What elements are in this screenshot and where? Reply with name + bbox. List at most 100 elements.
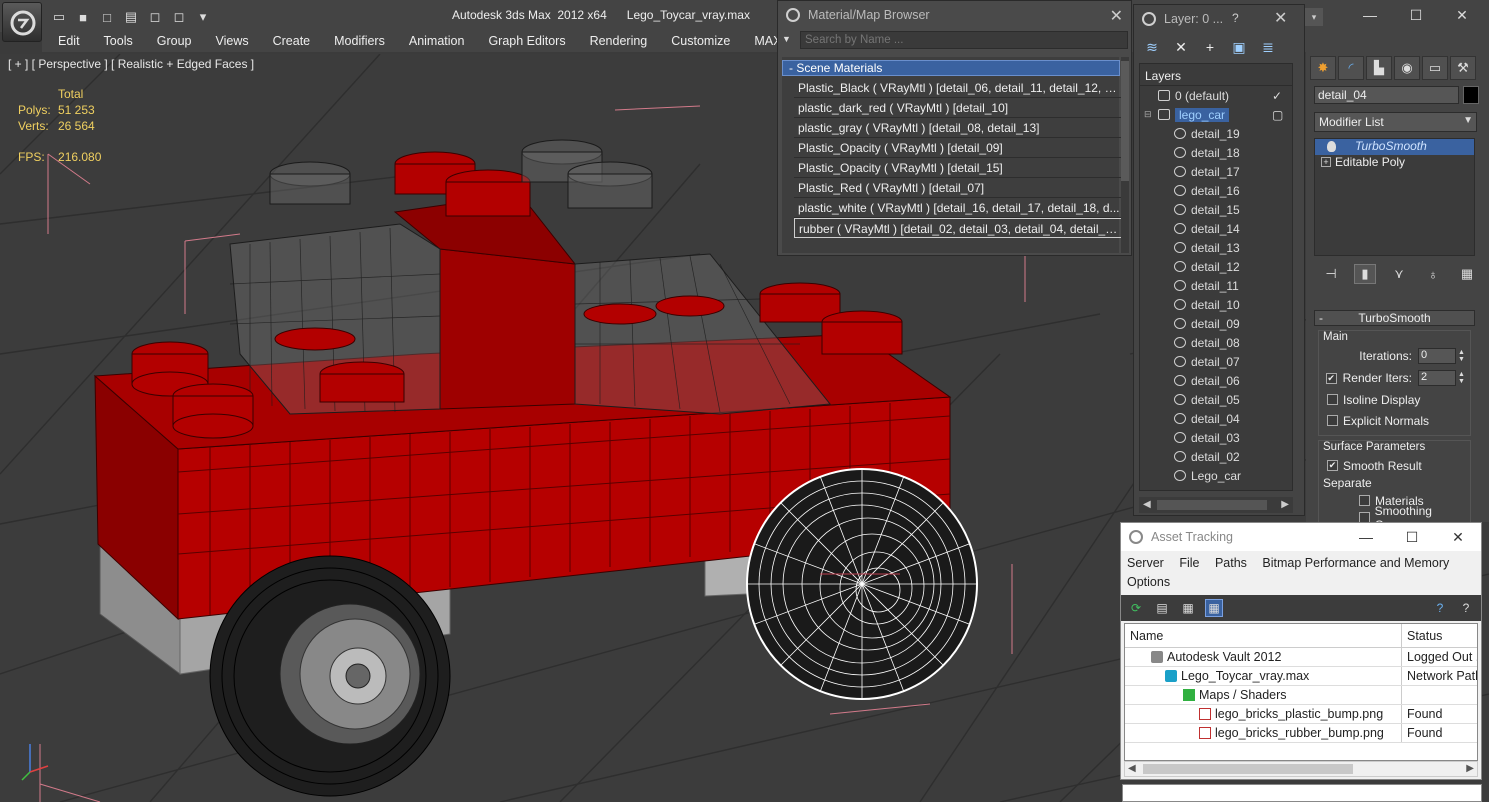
asset-menu-options[interactable]: Options [1127, 575, 1170, 589]
scene-materials-group[interactable]: - Scene Materials [782, 60, 1120, 76]
render-iters-spinner[interactable]: 2 [1418, 370, 1456, 386]
layer-object-item[interactable]: Lego_car [1140, 466, 1292, 485]
project-folder-icon[interactable]: ▤ [120, 8, 142, 26]
layer-object-item[interactable]: detail_16 [1140, 181, 1292, 200]
menu-views[interactable]: Views [199, 32, 256, 52]
show-end-result-icon[interactable]: ▮ [1354, 264, 1376, 284]
table-row[interactable]: Autodesk Vault 2012 Logged Out ... [1125, 648, 1477, 667]
table-row[interactable]: lego_bricks_plastic_bump.png Found [1125, 705, 1477, 724]
material-item[interactable]: Plastic_Black ( VRayMtl ) [detail_06, de… [794, 78, 1124, 98]
qa-dropdown-icon[interactable]: ▾ [192, 8, 214, 26]
layer-scrollbar[interactable]: ◀ ▶ [1139, 497, 1293, 513]
layer-object-item[interactable]: detail_19 [1140, 124, 1292, 143]
menu-rendering[interactable]: Rendering [574, 32, 656, 52]
pin-stack-icon[interactable]: ⊣ [1320, 264, 1342, 284]
layer-object-item[interactable]: detail_06 [1140, 371, 1292, 390]
utilities-tab-icon[interactable]: ⚒ [1450, 56, 1476, 80]
scroll-right-icon[interactable]: ▶ [1281, 499, 1289, 511]
motion-tab-icon[interactable]: ◉ [1394, 56, 1420, 80]
close-icon[interactable]: ✕ [1110, 6, 1123, 26]
hierarchy-tab-icon[interactable]: ▙ [1366, 56, 1392, 80]
add-layer-icon[interactable]: + [1200, 37, 1220, 57]
layer-lego-car[interactable]: ⊟ lego_car ▢ [1140, 105, 1292, 124]
smooth-result-checkbox[interactable]: ✔ [1327, 460, 1338, 471]
make-unique-icon[interactable]: ⋎ [1388, 264, 1410, 284]
help-icon[interactable]: ? [1431, 599, 1449, 617]
layers-stack-icon[interactable]: ≋ [1142, 37, 1162, 57]
app-menu-button[interactable] [2, 2, 42, 42]
explicit-normals-checkbox[interactable] [1327, 415, 1338, 426]
column-status[interactable]: Status [1402, 624, 1477, 647]
asset-menu-paths[interactable]: Paths [1215, 556, 1247, 570]
material-item[interactable]: Plastic_Red ( VRayMtl ) [detail_07] [794, 178, 1124, 198]
spinner-arrows-icon[interactable]: ▲ ▼ [1458, 371, 1466, 385]
layer-object-item[interactable]: detail_03 [1140, 428, 1292, 447]
layer-object-item[interactable]: detail_10 [1140, 295, 1292, 314]
isoline-checkbox[interactable] [1327, 394, 1338, 405]
menu-modifiers[interactable]: Modifiers [318, 32, 393, 52]
menu-group[interactable]: Group [141, 32, 200, 52]
list-view-icon[interactable]: ▤ [1153, 599, 1171, 617]
redo-icon[interactable]: ◻ [168, 8, 190, 26]
menu-customize[interactable]: Customize [655, 32, 738, 52]
save-file-icon[interactable]: ■ [72, 8, 94, 26]
menu-create[interactable]: Create [257, 32, 319, 52]
stack-item-editable-poly[interactable]: + Editable Poly [1315, 155, 1474, 171]
table-row[interactable]: Maps / Shaders [1125, 686, 1477, 705]
table-row[interactable]: lego_bricks_rubber_bump.png Found [1125, 724, 1477, 743]
new-scene-icon[interactable]: □ [96, 8, 118, 26]
settings-help-icon[interactable]: ? [1457, 599, 1475, 617]
material-search-input[interactable] [800, 31, 1128, 49]
maximize-icon[interactable]: ☐ [1389, 523, 1435, 551]
rollout-header[interactable]: - TurboSmooth [1314, 310, 1475, 326]
render-iters-checkbox[interactable]: ✔ [1325, 372, 1337, 384]
table-view-icon[interactable]: ▦ [1205, 599, 1223, 617]
thumbnail-view-icon[interactable]: ▦ [1179, 599, 1197, 617]
asset-menu-server[interactable]: Server [1127, 556, 1164, 570]
collapse-icon[interactable]: ⊟ [1144, 109, 1152, 120]
layer-object-item[interactable]: detail_07 [1140, 352, 1292, 371]
asset-menu-file[interactable]: File [1179, 556, 1199, 570]
table-row[interactable]: Lego_Toycar_vray.max Network Path [1125, 667, 1477, 686]
scroll-right-icon[interactable]: ▶ [1466, 763, 1474, 774]
delete-layer-icon[interactable]: ✕ [1171, 37, 1191, 57]
menu-graph-editors[interactable]: Graph Editors [472, 32, 573, 52]
modify-tab-icon[interactable]: ◜ [1338, 56, 1364, 80]
isoline-display-row[interactable]: Isoline Display [1319, 389, 1470, 410]
object-name-field[interactable] [1314, 86, 1459, 104]
remove-modifier-icon[interactable]: ♁ [1422, 264, 1444, 284]
material-item[interactable]: Plastic_Opacity ( VRayMtl ) [detail_09] [794, 138, 1124, 158]
close-icon[interactable]: ✕ [1435, 523, 1481, 551]
undo-icon[interactable]: ◻ [144, 8, 166, 26]
layer-object-item[interactable]: detail_14 [1140, 219, 1292, 238]
asset-scrollbar[interactable]: ◀ ▶ [1124, 761, 1478, 777]
material-list-scrollbar[interactable] [1121, 57, 1129, 253]
layer-object-item[interactable]: detail_12 [1140, 257, 1292, 276]
layer-default[interactable]: 0 (default) ✓ [1140, 86, 1292, 105]
minimize-icon[interactable]: — [1343, 523, 1389, 551]
checkmark-icon[interactable]: ✓ [1272, 89, 1282, 103]
help-icon[interactable]: ? [1232, 11, 1239, 25]
refresh-icon[interactable]: ⟳ [1127, 599, 1145, 617]
close-icon[interactable]: ✕ [1274, 8, 1287, 28]
layer-object-item[interactable]: detail_05 [1140, 390, 1292, 409]
maximize-icon[interactable]: ☐ [1393, 0, 1439, 30]
materials-checkbox[interactable] [1359, 495, 1370, 506]
viewport-label[interactable]: [ + ] [ Perspective ] [ Realistic + Edge… [8, 57, 254, 71]
material-item[interactable]: plastic_dark_red ( VRayMtl ) [detail_10] [794, 98, 1124, 118]
spinner-arrows-icon[interactable]: ▲ ▼ [1458, 349, 1466, 363]
material-browser-titlebar[interactable]: Material/Map Browser [778, 1, 1131, 29]
add-selection-to-layer-icon[interactable]: ▣ [1229, 37, 1249, 57]
display-tab-icon[interactable]: ▭ [1422, 56, 1448, 80]
column-name[interactable]: Name [1125, 624, 1402, 647]
menu-animation[interactable]: Animation [393, 32, 473, 52]
configure-sets-icon[interactable]: ▦ [1456, 264, 1478, 284]
layer-object-item[interactable]: detail_04 [1140, 409, 1292, 428]
layer-object-item[interactable]: detail_09 [1140, 314, 1292, 333]
smooth-result-row[interactable]: ✔ Smooth Result [1319, 455, 1470, 476]
layer-object-item[interactable]: detail_02 [1140, 447, 1292, 466]
layer-object-item[interactable]: detail_18 [1140, 143, 1292, 162]
scroll-left-icon[interactable]: ◀ [1128, 763, 1136, 774]
asset-menu-bitmap[interactable]: Bitmap Performance and Memory [1262, 556, 1449, 570]
material-item[interactable]: Plastic_Opacity ( VRayMtl ) [detail_15] [794, 158, 1124, 178]
